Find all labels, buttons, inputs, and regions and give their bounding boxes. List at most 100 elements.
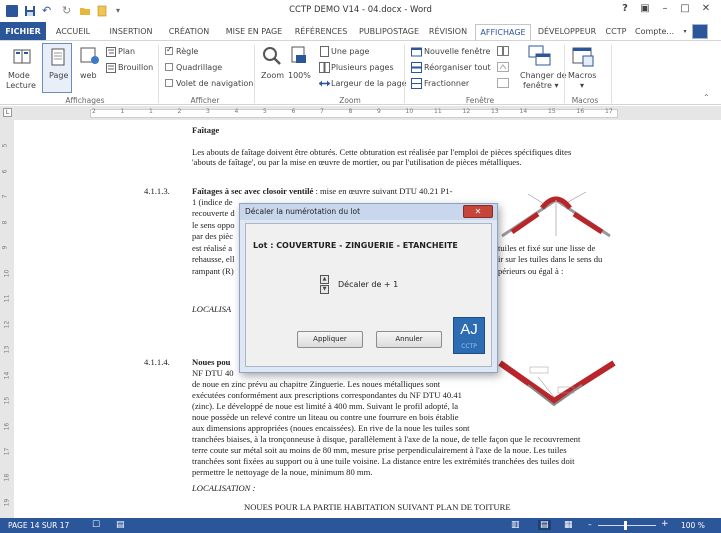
tab-references[interactable]: RÉFÉRENCES: [291, 25, 351, 39]
decaler-spinner[interactable]: ▲ ▼: [320, 275, 329, 294]
largeur-page-button[interactable]: Largeur de la page: [331, 79, 407, 88]
web-label[interactable]: web: [80, 71, 97, 80]
annuler-button[interactable]: Annuler: [376, 331, 442, 348]
volet-label: Volet de navigation: [176, 79, 254, 88]
separator: [611, 45, 612, 103]
tab-developpeur[interactable]: DÉVELOPPEUR: [534, 25, 600, 39]
ruler-tick-label: 5: [263, 108, 267, 115]
regle-checkbox[interactable]: Règle: [165, 45, 198, 56]
tab-insertion[interactable]: INSERTION: [105, 25, 157, 39]
zoom-slider[interactable]: [598, 525, 656, 526]
avatar[interactable]: [692, 24, 708, 39]
ruler-tick-label: 10: [405, 108, 414, 115]
paragraph-line: NOUES POUR LA PARTIE HABITATION SUIVANT …: [244, 502, 511, 512]
proofing-icon[interactable]: ☐: [92, 520, 100, 530]
ribbon-display-button[interactable]: ▣: [636, 3, 654, 14]
group-label-fenetre: Fenêtre: [465, 96, 495, 105]
tab-revision[interactable]: RÉVISION: [425, 25, 471, 39]
web-layout-view-icon[interactable]: ▦: [564, 520, 573, 530]
brouillon-button[interactable]: Brouillon: [118, 63, 153, 72]
macros-icon[interactable]: [572, 45, 594, 67]
tab-mise-en-page[interactable]: MISE EN PAGE: [221, 25, 287, 39]
collapse-ribbon-icon[interactable]: ⌃: [703, 93, 710, 102]
spinner-down-icon[interactable]: ▼: [320, 285, 329, 294]
group-label-afficher: Afficher: [190, 96, 220, 105]
noue-illustration: [498, 357, 616, 413]
web-layout-icon[interactable]: [80, 47, 100, 65]
quadrillage-checkbox[interactable]: Quadrillage: [165, 63, 222, 72]
chevron-down-icon: ▾: [554, 81, 559, 90]
tab-selector-icon[interactable]: L: [3, 108, 12, 117]
account-menu[interactable]: Compte...: [635, 25, 685, 39]
zoom-out-icon[interactable]: –: [588, 520, 592, 529]
plusieurs-pages-button[interactable]: Plusieurs pages: [331, 63, 394, 72]
side-by-side-icon[interactable]: [497, 46, 509, 56]
logo-text: AJ: [460, 321, 478, 338]
reset-position-icon[interactable]: [497, 78, 509, 88]
print-layout-view-icon[interactable]: ▤: [538, 520, 551, 530]
decaler-label: Décaler de + 1: [338, 280, 399, 289]
tab-cctp[interactable]: CCTP: [603, 25, 629, 39]
switch-window-icon[interactable]: [528, 45, 552, 67]
tab-publipostage[interactable]: PUBLIPOSTAGE: [355, 25, 423, 39]
une-page-button[interactable]: Une page: [331, 47, 369, 56]
ruler-tick-label: 9: [377, 108, 381, 115]
macro-record-icon[interactable]: ▤: [116, 520, 125, 530]
account-chevron-icon[interactable]: ▾: [681, 25, 689, 39]
vertical-ruler-tick-label: 11: [3, 294, 11, 303]
ruler-tick-label: 12: [462, 108, 471, 115]
page-count[interactable]: PAGE 14 SUR 17: [8, 521, 69, 530]
appliquer-button[interactable]: Appliquer: [297, 331, 363, 348]
status-bar: PAGE 14 SUR 17 ☐ ▤ ▥ ▤ ▦ – + 100 %: [0, 518, 721, 533]
help-button[interactable]: ?: [616, 3, 634, 14]
mode-lecture-button[interactable]: Mode Lecture: [5, 45, 37, 93]
zoom-level[interactable]: 100 %: [681, 521, 705, 530]
ruler-tick-label: 1: [120, 108, 125, 115]
ruler-text-area[interactable]: [90, 109, 618, 118]
fractionner-button[interactable]: Fractionner: [424, 79, 469, 88]
dialog-title[interactable]: Décaler la numérotation du lot: [240, 204, 497, 220]
group-label-affichages: Affichages: [65, 96, 105, 105]
nouvelle-fenetre-button[interactable]: Nouvelle fenêtre: [424, 47, 490, 56]
quadrillage-label: Quadrillage: [176, 63, 223, 72]
paragraph-line: 1 (indice de: [192, 197, 233, 207]
zoom-100-icon[interactable]: [291, 46, 307, 66]
macros-label[interactable]: Macros: [568, 71, 596, 80]
word-window: ↶ ↻ ▾ CCTP DEMO V14 - 04.docx - Word ? ▣…: [0, 0, 721, 533]
section-number: 4.1.1.4.: [144, 357, 170, 367]
tab-accueil[interactable]: ACCUEIL: [50, 25, 96, 39]
paragraph-line: ir sur les tuiles dans le sens du: [498, 254, 603, 264]
ribbon-tabs: FICHIER ACCUEIL INSERTION CRÉATION MISE …: [0, 22, 721, 42]
spinner-up-icon[interactable]: ▲: [320, 275, 329, 284]
sync-scroll-icon[interactable]: [497, 62, 509, 72]
aj-cctp-logo: AJ CCTP: [453, 317, 485, 354]
paragraph-line: 'abouts de faîtage', ou par la mise en œ…: [192, 157, 522, 167]
plan-button[interactable]: Plan: [118, 47, 135, 56]
maximize-button[interactable]: □: [676, 3, 694, 14]
ruler-tick-label: 17: [605, 108, 613, 115]
page-layout-button[interactable]: Page: [42, 43, 72, 93]
changer-fenetre-label-2[interactable]: fenêtre ▾: [523, 81, 558, 90]
faitage-illustration: [498, 186, 616, 238]
volet-navigation-checkbox[interactable]: Volet de navigation: [165, 79, 253, 88]
mode-lecture-label-2: Lecture: [6, 81, 36, 90]
tab-creation[interactable]: CRÉATION: [166, 25, 212, 39]
dialog-close-button[interactable]: ✕: [463, 205, 493, 218]
tab-fichier[interactable]: FICHIER: [0, 22, 46, 41]
zoom-slider-thumb[interactable]: [624, 521, 627, 530]
paragraph-line: (zinc). Le développé de noue est limité …: [192, 401, 459, 411]
read-mode-view-icon[interactable]: ▥: [511, 520, 520, 530]
changer-fenetre-label-1[interactable]: Changer de: [520, 71, 566, 80]
zoom-magnifier-icon[interactable]: [262, 46, 282, 66]
ruler-tick-label: 14: [519, 108, 528, 115]
reorganiser-button[interactable]: Réorganiser tout: [424, 63, 491, 72]
macros-chevron-icon[interactable]: ▾: [580, 81, 584, 90]
zoom-100-label[interactable]: 100%: [288, 71, 311, 80]
paragraph-line: Les abouts de faîtage doivent être obtur…: [192, 147, 572, 157]
minimize-button[interactable]: –: [656, 3, 674, 14]
localisation-label: LOCALISA: [192, 304, 232, 314]
paragraph-line: tranchées sont fixées au support ou à un…: [192, 456, 575, 466]
zoom-in-icon[interactable]: +: [661, 519, 669, 529]
zoom-label[interactable]: Zoom: [261, 71, 284, 80]
close-button[interactable]: ✕: [697, 3, 715, 14]
